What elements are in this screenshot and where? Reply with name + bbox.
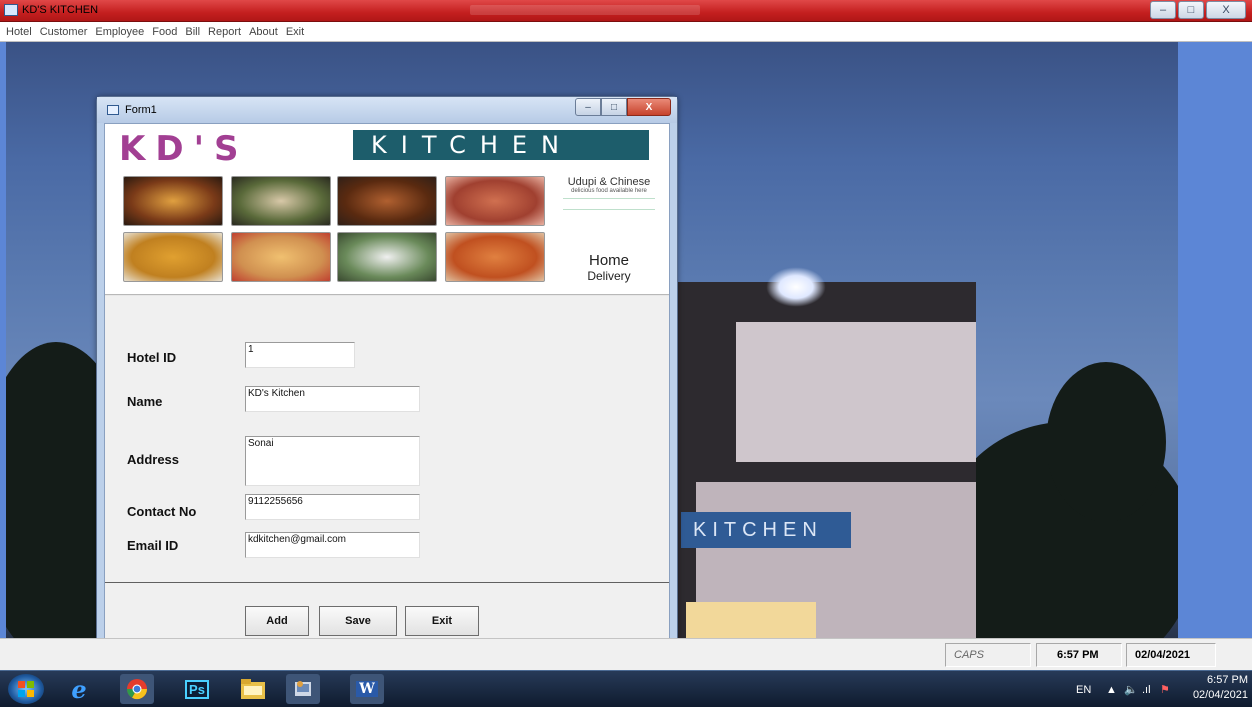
close-button[interactable]: X (1206, 1, 1246, 19)
food-photo (445, 232, 545, 282)
app-root: KD'S KITCHEN – □ X Hotel Customer Employ… (0, 0, 1252, 707)
menu-employee[interactable]: Employee (95, 26, 144, 38)
name-input[interactable]: KD's Kitchen (245, 386, 420, 412)
form-maximize-button[interactable]: □ (601, 98, 627, 116)
network-icon[interactable]: .ıl (1142, 684, 1151, 696)
desktop-right-edge (1178, 42, 1252, 638)
form-icon (107, 105, 119, 115)
food-photo (445, 176, 545, 226)
contact-no-label: Contact No (127, 504, 197, 519)
form-client-area: KD'S KITCHEN Udupi & Chinese delicious f… (104, 123, 670, 661)
email-id-input[interactable]: kdkitchen@gmail.com (245, 532, 420, 558)
add-button[interactable]: Add (245, 606, 309, 636)
show-hidden-icons-icon[interactable]: ▲ (1106, 684, 1117, 696)
app-title: KD'S KITCHEN (22, 4, 99, 16)
menu-hotel[interactable]: Hotel (6, 26, 32, 38)
form1-window: Form1 – □ X KD'S KITCHEN Udupi & Chinese… (96, 96, 678, 668)
shop-front (686, 602, 816, 638)
internet-explorer-icon[interactable]: e (62, 674, 96, 704)
status-bar: CAPS 6:57 PM 02/04/2021 (0, 638, 1252, 670)
food-photo (231, 176, 331, 226)
status-time: 6:57 PM (1036, 643, 1122, 667)
rooftop-light (766, 267, 826, 307)
menu-report[interactable]: Report (208, 26, 241, 38)
building-sign: KITCHEN (681, 512, 851, 548)
food-photo (337, 232, 437, 282)
building-upper-floor (736, 322, 976, 462)
home-text: Home (588, 252, 629, 269)
photoshop-icon[interactable]: Ps (180, 674, 214, 704)
volume-icon[interactable]: 🔈 (1124, 683, 1138, 696)
email-id-label: Email ID (127, 538, 179, 553)
kd-kitchen-banner: KD'S KITCHEN Udupi & Chinese delicious f… (105, 124, 669, 294)
word-label: W (356, 681, 378, 697)
menu-about[interactable]: About (249, 26, 278, 38)
menu-exit[interactable]: Exit (286, 26, 304, 38)
buttons-divider (105, 582, 669, 583)
word-icon[interactable]: W (350, 674, 384, 704)
hotel-id-input[interactable]: 1 (245, 342, 355, 368)
tagline-sub: delicious food available here (571, 188, 647, 194)
menu-customer[interactable]: Customer (40, 26, 88, 38)
form-close-button[interactable]: X (627, 98, 671, 116)
menu-food[interactable]: Food (152, 26, 177, 38)
chrome-icon[interactable] (120, 674, 154, 704)
ornament-decoration (563, 198, 655, 210)
file-explorer-icon[interactable] (236, 674, 270, 704)
delivery-text: Delivery (587, 269, 631, 283)
tree-silhouette (1046, 362, 1166, 522)
contact-no-input[interactable]: 9112255656 (245, 494, 420, 520)
food-photo (337, 176, 437, 226)
start-button-icon[interactable] (8, 674, 44, 704)
address-label: Address (127, 452, 180, 467)
tray-time[interactable]: 6:57 PM (1200, 674, 1248, 686)
action-center-icon[interactable]: ⚑ (1160, 683, 1170, 696)
form1-title-bar: Form1 – □ X (97, 97, 677, 123)
photoshop-label: Ps (185, 679, 209, 699)
hotel-id-label: Hotel ID (127, 350, 177, 365)
caps-indicator: CAPS (945, 643, 1031, 667)
obscured-title-text (470, 5, 700, 15)
food-photo (231, 232, 331, 282)
name-label: Name (127, 394, 163, 409)
app-title-bar: KD'S KITCHEN – □ X (0, 0, 1252, 22)
tray-date[interactable]: 02/04/2021 (1192, 689, 1248, 701)
menu-bar: Hotel Customer Employee Food Bill Report… (0, 22, 1252, 42)
menu-bill[interactable]: Bill (185, 26, 200, 38)
app-window-icon (4, 4, 18, 16)
tagline: Udupi & Chinese (567, 176, 651, 188)
food-photo (123, 232, 223, 282)
form-minimize-button[interactable]: – (575, 98, 601, 116)
form-title: Form1 (125, 104, 157, 116)
status-date: 02/04/2021 (1126, 643, 1216, 667)
maximize-button[interactable]: □ (1178, 1, 1204, 19)
logo-kd: KD'S (119, 129, 249, 169)
minimize-button[interactable]: – (1150, 1, 1176, 19)
windows-taskbar: e Ps W EN ▲ 🔈 .ıl ⚑ 6:57 PM 02/04/2021 (0, 670, 1252, 707)
language-indicator[interactable]: EN (1076, 684, 1091, 696)
logo-kitchen: KITCHEN (353, 130, 649, 160)
exit-button[interactable]: Exit (405, 606, 479, 636)
form-window-controls: – □ X (575, 98, 671, 116)
address-input[interactable]: Sonai (245, 436, 420, 486)
window-controls: – □ X (1150, 1, 1246, 19)
save-button[interactable]: Save (319, 606, 397, 636)
app-launcher-icon[interactable] (286, 674, 320, 704)
food-photo (123, 176, 223, 226)
restaurant-building: KITCHEN (676, 282, 976, 638)
banner-divider (105, 294, 669, 296)
